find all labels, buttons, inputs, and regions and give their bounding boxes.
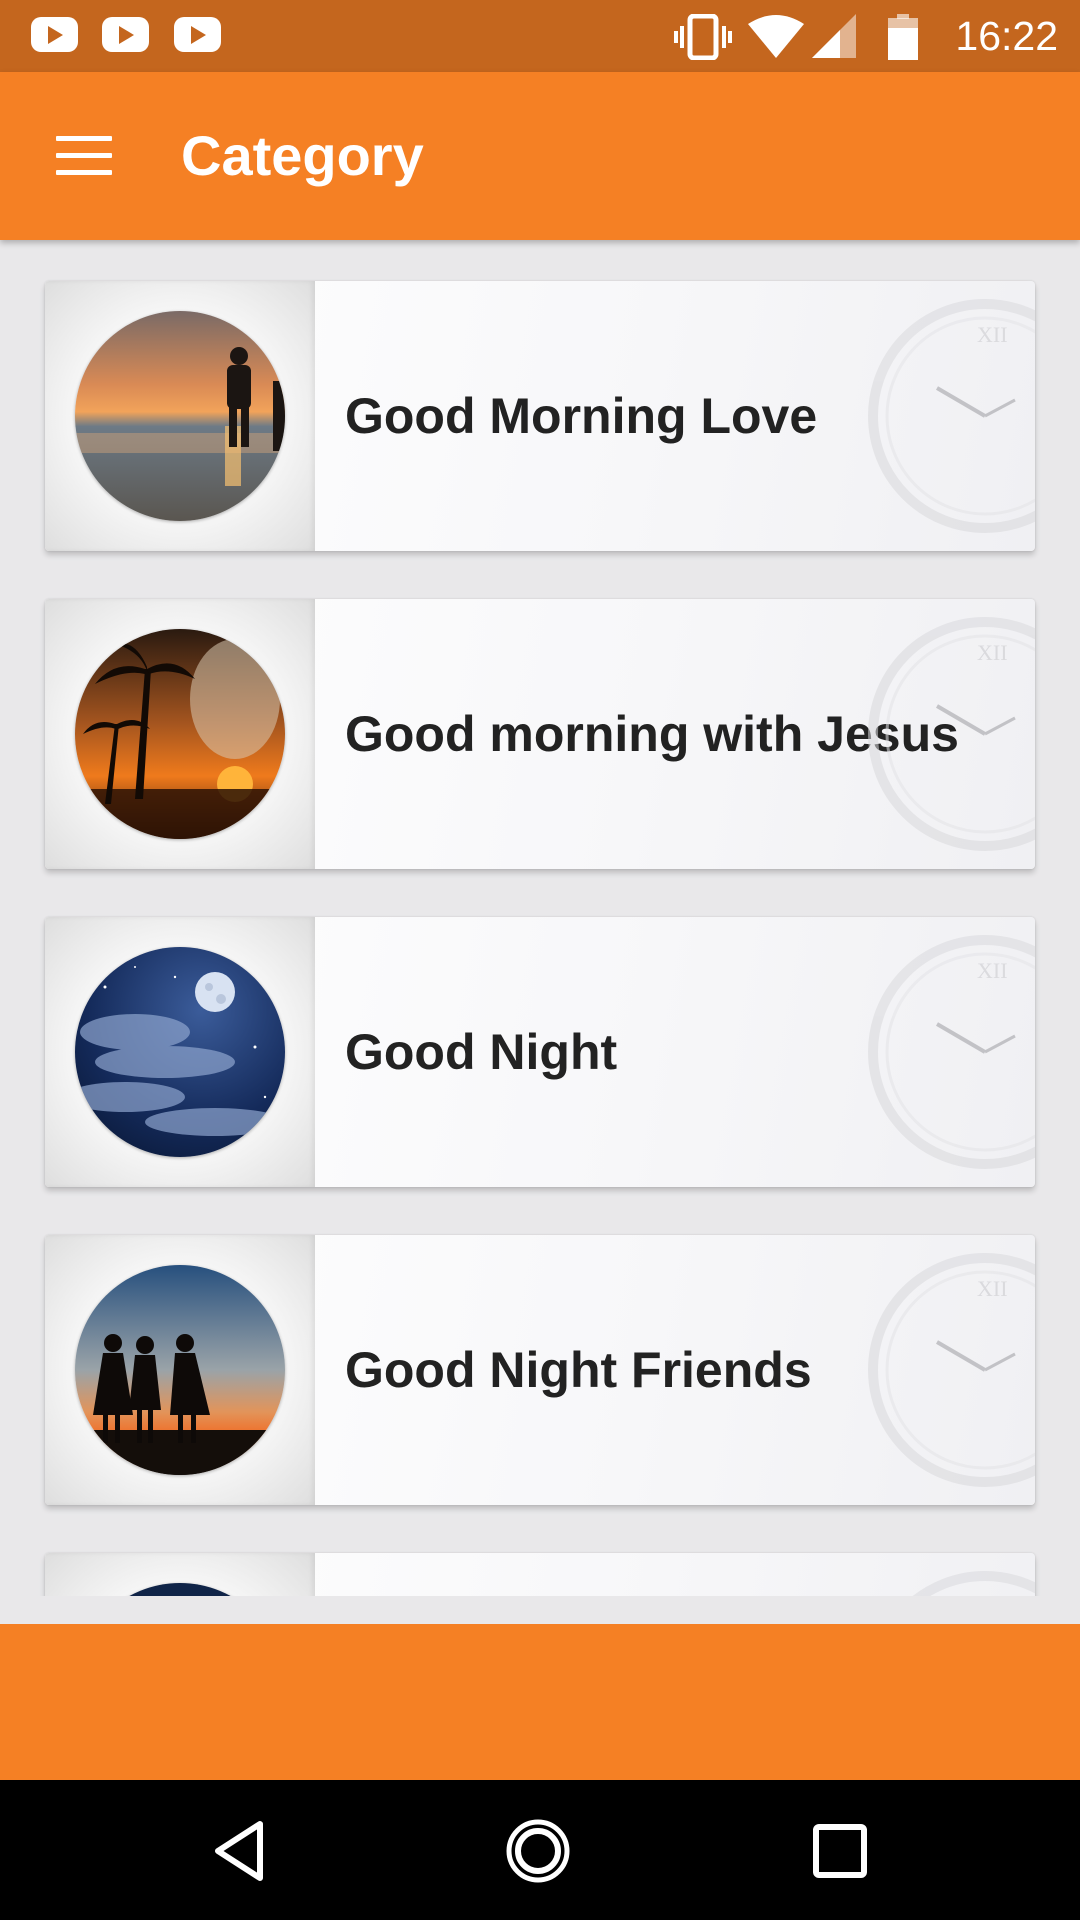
youtube-icon	[102, 17, 149, 52]
page-title: Category	[181, 124, 424, 187]
category-thumbnail	[75, 311, 285, 521]
recents-icon[interactable]	[807, 1818, 873, 1884]
clock-icon: XII	[868, 299, 1035, 533]
category-list[interactable]: Good Morning Love XII Good morning with …	[0, 240, 1080, 1596]
svg-text:XII: XII	[977, 958, 1008, 983]
clock-icon: XII	[868, 617, 1035, 851]
category-thumbnail	[75, 947, 285, 1157]
thumb-panel	[45, 281, 315, 551]
category-card-good-night[interactable]: Good Night XII	[45, 917, 1035, 1187]
youtube-icon	[174, 17, 221, 52]
status-bar: 16:22	[0, 0, 1080, 72]
vibrate-icon	[674, 14, 732, 60]
svg-text:XII: XII	[977, 640, 1008, 665]
svg-text:XII: XII	[977, 322, 1008, 347]
battery-icon	[888, 14, 918, 60]
thumb-panel	[45, 1553, 315, 1596]
category-label: Good Night Friends	[345, 1342, 812, 1398]
category-thumbnail	[75, 629, 285, 839]
category-card-good-morning-with-jesus[interactable]: Good morning with Jesus XII	[45, 599, 1035, 869]
clock-icon	[912, 1571, 1035, 1596]
category-card-good-night-friends[interactable]: Good Night Friends XII	[45, 1235, 1035, 1505]
system-nav-bar	[0, 1780, 1080, 1920]
hamburger-menu-icon[interactable]	[56, 136, 112, 176]
home-icon[interactable]	[505, 1818, 571, 1884]
app-bar: Category	[0, 72, 1080, 240]
category-thumbnail	[75, 1583, 285, 1596]
signal-icon	[812, 14, 856, 58]
svg-text:XII: XII	[977, 1276, 1008, 1301]
category-thumbnail	[75, 1265, 285, 1475]
category-label: Good Morning Love	[345, 388, 818, 444]
youtube-icon	[31, 17, 78, 52]
category-label: Good Night	[345, 1024, 618, 1080]
bottom-banner-area	[0, 1624, 1080, 1780]
status-time: 16:22	[955, 13, 1058, 59]
thumb-panel	[45, 1235, 315, 1505]
back-icon[interactable]	[208, 1818, 274, 1884]
thumb-panel	[45, 599, 315, 869]
wifi-icon	[748, 15, 804, 58]
category-card-good-morning-love[interactable]: Good Morning Love XII	[45, 281, 1035, 551]
category-card-partial[interactable]	[45, 1553, 1035, 1596]
thumb-panel	[45, 917, 315, 1187]
clock-icon: XII	[868, 1253, 1035, 1487]
clock-icon: XII	[868, 935, 1035, 1169]
